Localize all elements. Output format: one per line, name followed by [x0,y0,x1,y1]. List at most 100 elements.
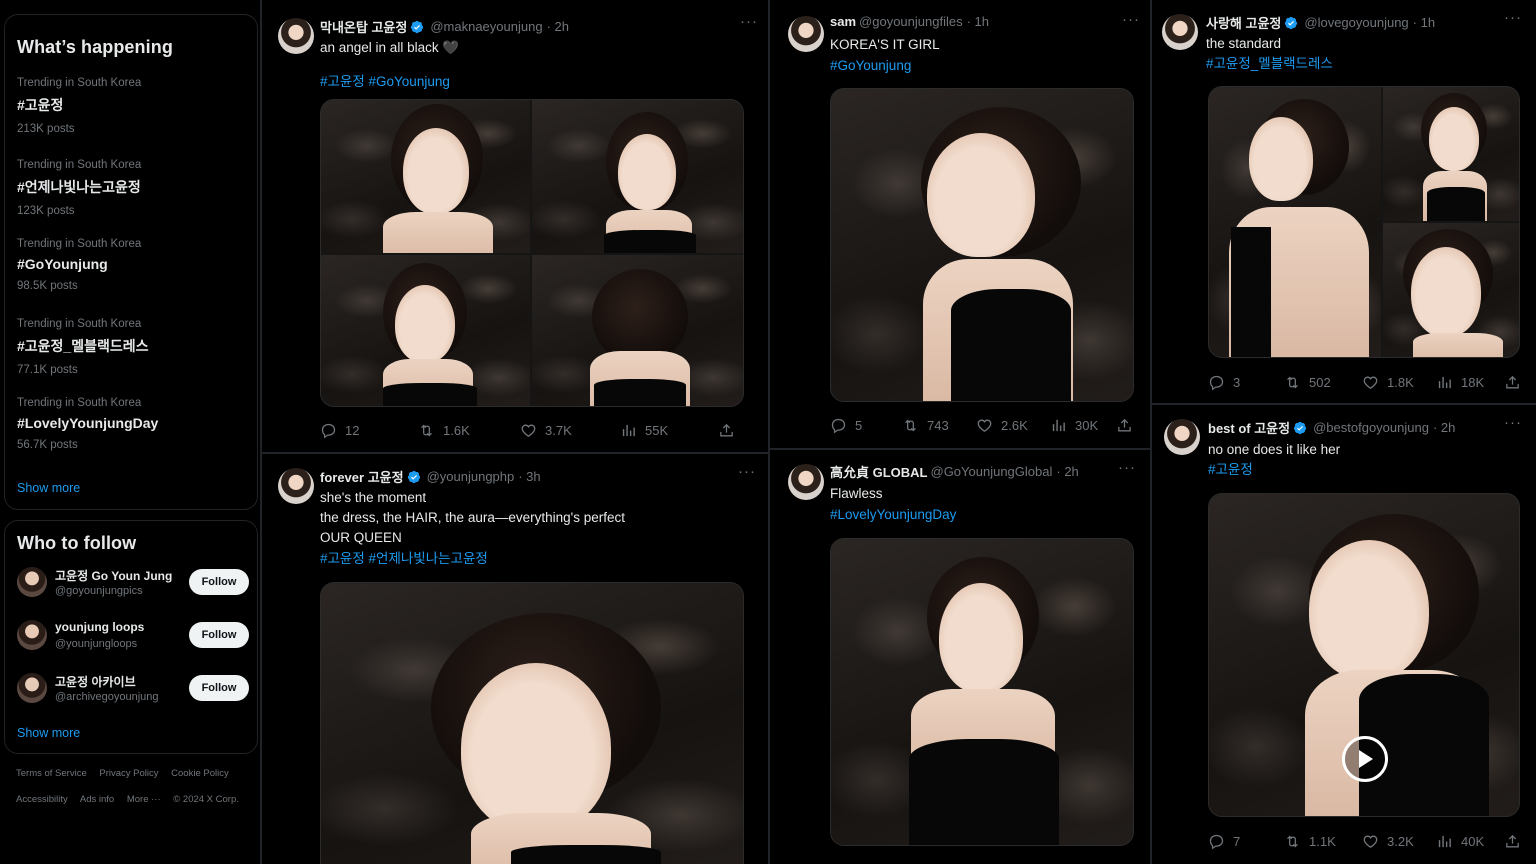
reply-button[interactable]: 7 [1208,833,1240,850]
post-photo[interactable] [830,88,1134,402]
post-time[interactable]: · 2h [1056,464,1078,479]
avatar[interactable] [788,16,824,52]
trend-item[interactable]: Trending in South Korea #GoYounjung 98.5… [17,238,141,292]
post[interactable]: forever 고윤정 @younjungphp · 3h ··· she's … [262,454,768,864]
author-handle[interactable]: @GoYounjungGlobal [931,464,1053,479]
post-time[interactable]: · 2h [1433,420,1455,435]
post-photo[interactable] [320,582,744,864]
photo[interactable] [532,255,743,406]
post-hashtags[interactable]: #고윤정_멜블랙드레스 [1206,54,1333,74]
reply-button[interactable]: 12 [320,422,359,439]
ads-info-link[interactable]: Ads info [80,794,114,805]
trend-item[interactable]: Trending in South Korea #언제나빛나는고윤정 123K … [17,159,141,217]
follow-suggestion[interactable]: 고윤정 아카이브 @archivegoyounjung Follow [17,667,249,707]
photo-grid[interactable] [1208,86,1520,358]
like-button[interactable]: 3.2K [1362,833,1414,850]
post[interactable]: sam @goyounjungfiles · 1h ··· KOREA'S IT… [770,0,1150,448]
cookie-link[interactable]: Cookie Policy [171,768,229,779]
views-button[interactable]: 30K [1050,417,1098,434]
photo[interactable] [321,255,530,406]
share-button[interactable] [1504,374,1529,391]
views-button[interactable]: 18K [1436,374,1484,391]
follow-suggestion[interactable]: 고윤정 Go Youn Jung @goyounjungpics Follow [17,561,249,601]
author-handle[interactable]: @goyounjungfiles [859,14,963,29]
author-name[interactable]: forever 고윤정 [320,467,404,486]
author-handle[interactable]: @lovegoyounjung [1304,15,1408,30]
views-button[interactable]: 40K [1436,833,1484,850]
trend-item[interactable]: Trending in South Korea #고윤정_멜블랙드레스 77.1… [17,318,149,376]
follow-button[interactable]: Follow [189,569,249,595]
follow-button[interactable]: Follow [189,622,249,648]
avatar[interactable] [788,464,824,500]
like-button[interactable]: 3.7K [520,422,572,439]
privacy-link[interactable]: Privacy Policy [99,768,158,779]
reply-button[interactable]: 5 [830,417,862,434]
photo[interactable] [1383,223,1519,357]
more-options-icon[interactable]: ··· [1118,459,1136,476]
trends-show-more-link[interactable]: Show more [17,481,80,495]
follow-show-more-link[interactable]: Show more [17,726,80,740]
post[interactable]: best of 고윤정 @bestofgoyounjung · 2h ··· n… [1152,405,1536,864]
post-hashtags[interactable]: #고윤정 [1208,460,1253,480]
terms-link[interactable]: Terms of Service [16,768,87,779]
author-name[interactable]: best of 고윤정 [1208,418,1290,437]
repost-button[interactable]: 1.6K [418,422,470,439]
trend-item[interactable]: Trending in South Korea #고윤정 213K posts [17,77,141,135]
more-options-icon[interactable]: ··· [1504,414,1522,431]
photo[interactable] [321,100,530,253]
more-options-icon[interactable]: ··· [1122,11,1140,28]
photo[interactable] [532,100,743,253]
photo[interactable] [831,89,1133,401]
post-time[interactable]: · 3h [518,469,540,484]
post-hashtags[interactable]: #고윤정 #언제나빛나는고윤정 [320,549,488,569]
follow-button[interactable]: Follow [189,675,249,701]
repost-icon [1284,374,1301,391]
author-handle[interactable]: @younjungphp [427,469,515,484]
share-button[interactable] [1116,417,1141,434]
avatar[interactable] [278,468,314,504]
reply-button[interactable]: 3 [1208,374,1240,391]
more-options-icon[interactable]: ··· [738,463,756,480]
post[interactable]: 막내온탑 고윤정 @maknaeyounjung · 2h ··· an ang… [262,0,768,452]
video-player[interactable] [1208,493,1520,817]
photo[interactable] [831,539,1133,845]
photo[interactable] [1383,87,1519,221]
author-handle[interactable]: @maknaeyounjung [430,19,542,34]
play-icon[interactable] [1342,736,1388,782]
repost-button[interactable]: 502 [1284,374,1331,391]
trend-item[interactable]: Trending in South Korea #LovelyYounjungD… [17,397,158,451]
post-photo[interactable] [830,538,1134,846]
photo[interactable] [1209,87,1381,357]
follow-suggestion[interactable]: younjung loops @younjungloops Follow [17,614,249,654]
post[interactable]: 사랑해 고윤정 @lovegoyounjung · 1h ··· the sta… [1152,0,1536,403]
like-button[interactable]: 2.6K [976,417,1028,434]
author-name[interactable]: 사랑해 고윤정 [1206,13,1281,32]
photo-grid[interactable] [320,99,744,407]
author-name[interactable]: 막내온탑 고윤정 [320,17,407,36]
repost-button[interactable]: 1.1K [1284,833,1336,850]
post-time[interactable]: · 1h [1413,15,1435,30]
more-options-icon[interactable]: ··· [740,13,758,30]
accessibility-link[interactable]: Accessibility [16,794,68,805]
views-button[interactable]: 55K [620,422,668,439]
share-button[interactable] [718,422,743,439]
like-button[interactable]: 1.8K [1362,374,1414,391]
share-button[interactable] [1504,833,1529,850]
post-hashtags[interactable]: #LovelyYounjungDay [830,505,956,525]
post-hashtags[interactable]: #고윤정 #GoYounjung [320,72,450,92]
author-handle[interactable]: @bestofgoyounjung [1313,420,1429,435]
more-options-icon[interactable]: ··· [1504,9,1522,26]
more-link[interactable]: More ··· [127,794,161,805]
avatar[interactable] [1162,14,1198,50]
avatar[interactable] [1164,419,1200,455]
post-time[interactable]: · 1h [967,14,989,29]
post[interactable]: 高允貞 GLOBAL @GoYounjungGlobal · 2h ··· Fl… [770,450,1150,864]
avatar[interactable] [278,18,314,54]
post-hashtags[interactable]: #GoYounjung [830,56,911,76]
verified-icon [407,470,421,484]
post-time[interactable]: · 2h [547,19,569,34]
author-name[interactable]: 高允貞 GLOBAL [830,462,928,481]
photo[interactable] [321,583,743,864]
author-name[interactable]: sam [830,14,856,29]
repost-button[interactable]: 743 [902,417,949,434]
